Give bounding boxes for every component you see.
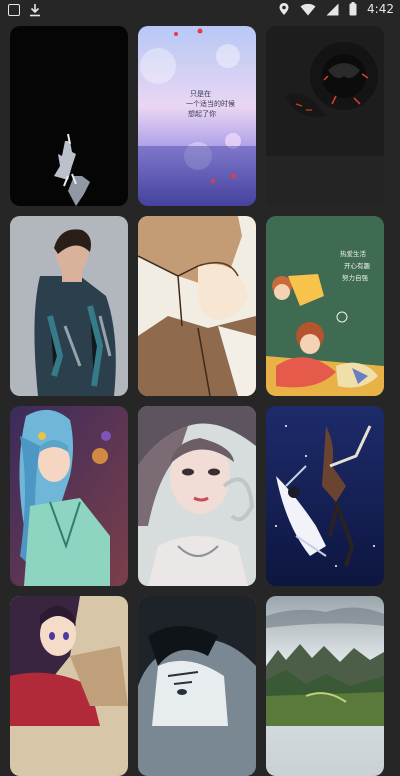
wallpaper-tile-dark-hands[interactable] — [10, 26, 128, 206]
svg-text:开心有趣: 开心有趣 — [344, 261, 371, 270]
wifi-icon — [300, 3, 316, 15]
signal-icon — [326, 3, 339, 15]
clock: 4:42 — [367, 2, 394, 16]
wallpaper-tile-anime-boy-brown-hair[interactable] — [138, 216, 256, 396]
wallpaper-tile-3d-girl-portrait[interactable] — [138, 406, 256, 586]
wallpaper-tile-anime-falling-sky[interactable] — [266, 406, 384, 586]
wallpaper-tile-cartoon-couple[interactable]: 热爱生活 开心有趣 努力自强 — [266, 216, 384, 396]
wallpaper-tile-anime-boy-dark-hair[interactable] — [138, 596, 256, 776]
wallpaper-tile-anime-girl-dark-hair[interactable] — [10, 596, 128, 776]
location-icon — [279, 3, 289, 15]
svg-text:想起了你: 想起了你 — [188, 109, 216, 118]
svg-text:努力自强: 努力自强 — [342, 273, 369, 282]
battery-icon — [349, 2, 357, 16]
wallpaper-tile-mountain-landscape[interactable] — [266, 596, 384, 776]
wallpaper-tile-black-rose[interactable] — [266, 26, 384, 206]
app-icon — [8, 4, 20, 16]
svg-text:热爱生活: 热爱生活 — [340, 249, 367, 258]
wallpaper-tile-man-glitter-jacket[interactable] — [10, 216, 128, 396]
wallpaper-grid: 只是在 一个适当的时候 想起了你 热爱生活 开心有趣 努力自强 — [0, 20, 400, 776]
status-bar: 4:42 — [0, 0, 400, 20]
svg-text:一个适当的时候: 一个适当的时候 — [186, 99, 235, 108]
svg-text:只是在: 只是在 — [190, 89, 211, 98]
download-icon — [30, 4, 40, 17]
wallpaper-tile-pastel-sea[interactable]: 只是在 一个适当的时候 想起了你 — [138, 26, 256, 206]
wallpaper-tile-blue-hair-princess[interactable] — [10, 406, 128, 586]
